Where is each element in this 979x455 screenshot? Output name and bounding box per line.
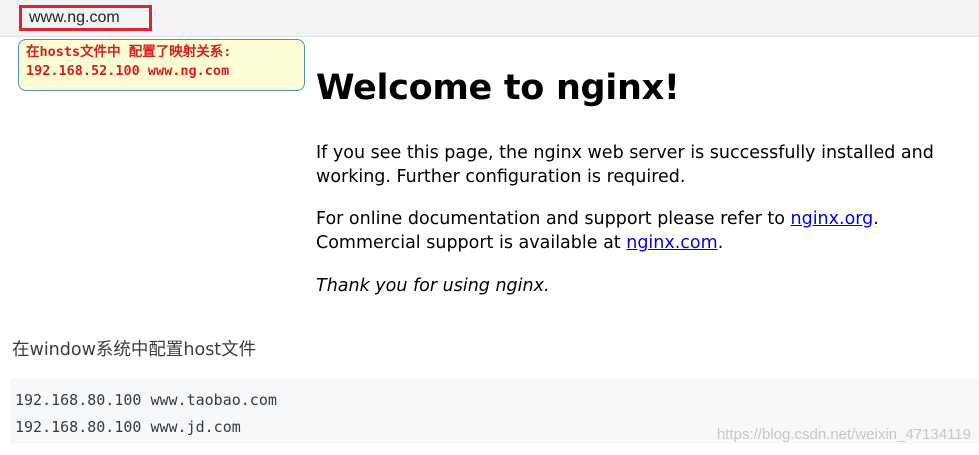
support-text-1: For online documentation and support ple… <box>316 209 791 229</box>
support-text-4: . <box>717 233 724 253</box>
csdn-watermark: https://blog.csdn.net/weixin_47134119 <box>716 426 971 443</box>
code-line: 192.168.80.100 www.taobao.com <box>15 391 277 409</box>
support-text-3: Commercial support is available at <box>316 233 627 253</box>
url-highlight-box[interactable]: www.ng.com <box>19 5 152 31</box>
thank-you-message: Thank you for using nginx. <box>316 276 550 296</box>
hosts-section-heading: 在window系统中配置host文件 <box>12 340 257 360</box>
support-message: For online documentation and support ple… <box>316 207 956 255</box>
page-title: Welcome to nginx! <box>316 68 680 108</box>
nginx-com-link[interactable]: nginx.com <box>626 233 717 253</box>
nginx-org-link[interactable]: nginx.org <box>791 209 874 229</box>
support-text-2: . <box>873 209 879 229</box>
install-message: If you see this page, the nginx web serv… <box>316 143 934 187</box>
callout-line-1: 在hosts文件中 配置了映射关系: <box>26 44 232 60</box>
browser-address-bar: www.ng.com <box>0 0 979 37</box>
callout-line-2: 192.168.52.100 www.ng.com <box>26 63 230 79</box>
url-text[interactable]: www.ng.com <box>29 9 120 27</box>
screenshot-canvas: www.ng.com 在hosts文件中 配置了映射关系: 192.168.52… <box>0 0 979 455</box>
hosts-mapping-callout: 在hosts文件中 配置了映射关系: 192.168.52.100 www.ng… <box>18 39 305 91</box>
